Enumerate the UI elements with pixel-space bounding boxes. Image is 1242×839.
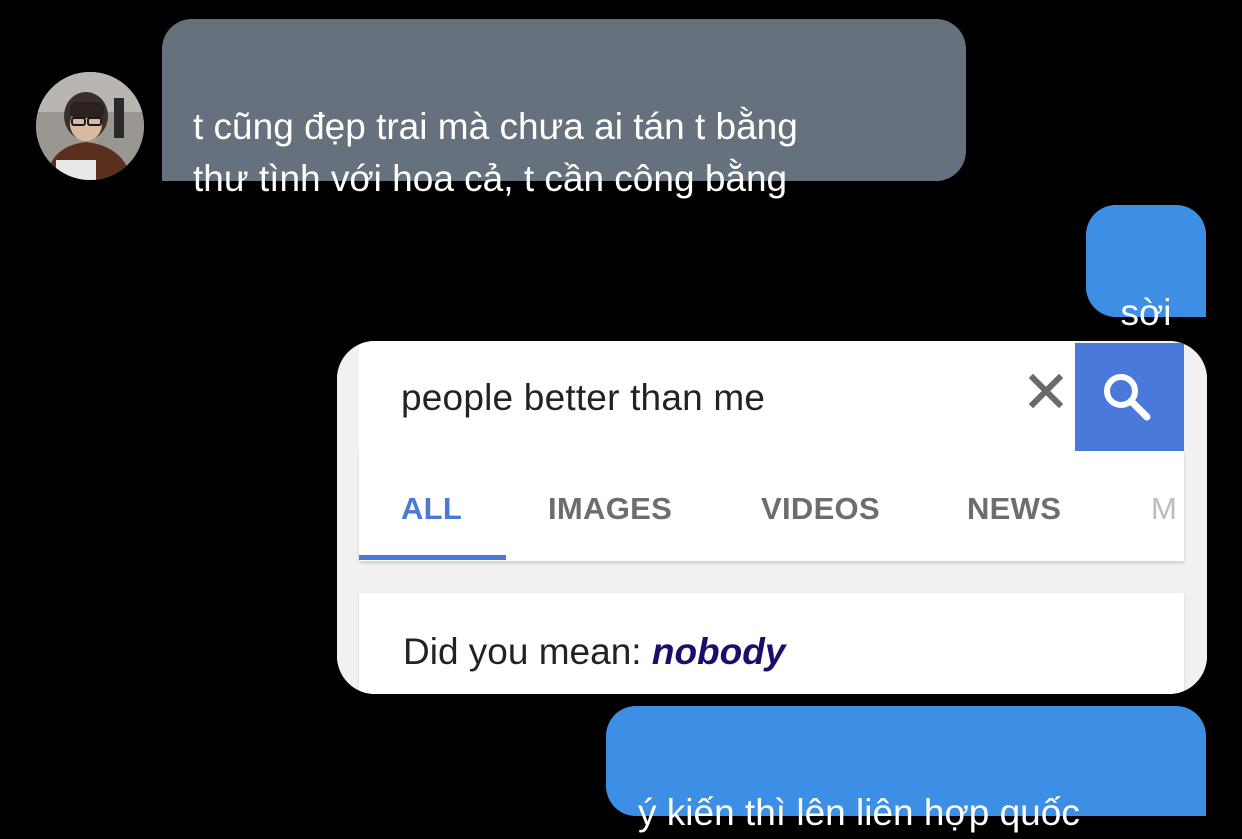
search-icon <box>1104 374 1151 421</box>
outgoing-message-bubble[interactable]: ý kiến thì lên liên hợp quốc <box>606 706 1206 833</box>
contact-avatar[interactable] <box>36 72 144 180</box>
incoming-message-bubble[interactable]: t cũng đẹp trai mà chưa ai tán t bằng th… <box>162 19 966 199</box>
incoming-message-text: t cũng đẹp trai mà chưa ai tán t bằng th… <box>193 106 798 199</box>
outgoing-message-text: ý kiến thì lên liên hợp quốc <box>638 792 1080 833</box>
image-tab-bar: ALL IMAGES VIDEOS NEWS M <box>359 451 1184 561</box>
image-tab-more: M <box>1151 491 1178 526</box>
image-result-card: Did you mean: nobody <box>359 593 1184 694</box>
avatar-photo <box>36 72 144 180</box>
did-you-mean-label: Did you mean: <box>403 631 652 672</box>
active-tab-underline <box>359 555 506 560</box>
close-icon <box>1028 373 1064 409</box>
image-tab-all: ALL <box>401 491 463 526</box>
suggestion-text: nobody <box>651 631 786 672</box>
outgoing-message-text: sời <box>1120 292 1172 333</box>
shared-image-message[interactable]: people better than me ALL IMAGES VIDEOS … <box>337 341 1207 694</box>
image-search-bar: people better than me <box>359 341 1075 452</box>
image-search-query: people better than me <box>401 377 766 418</box>
image-tab-videos: VIDEOS <box>761 491 880 526</box>
outgoing-message-bubble[interactable]: sời <box>1086 205 1206 333</box>
image-tab-news: NEWS <box>967 491 1062 526</box>
image-search-button <box>1075 343 1184 451</box>
did-you-mean-line: Did you mean: nobody <box>403 631 785 673</box>
image-tab-images: IMAGES <box>548 491 673 526</box>
